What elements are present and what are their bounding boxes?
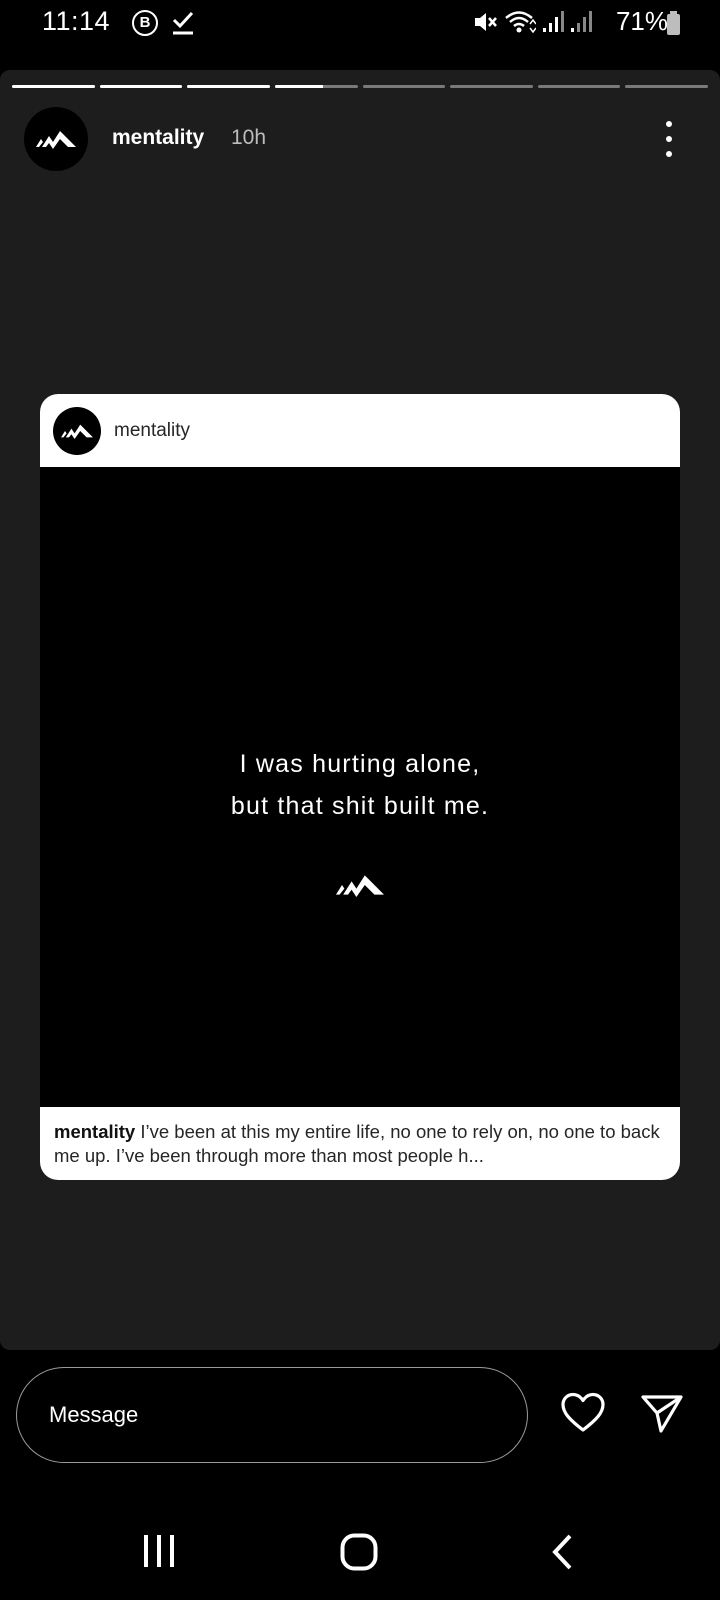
status-time: 11:14 xyxy=(42,6,111,36)
post-avatar xyxy=(53,407,101,455)
mentality-logo-icon xyxy=(36,131,76,149)
wifi-icon xyxy=(505,10,536,33)
b-notification-icon: B xyxy=(132,10,158,36)
story-progress-segment xyxy=(537,85,621,88)
shared-post-card[interactable]: mentality I was hurting alone, but that … xyxy=(40,394,680,1180)
reply-bar xyxy=(0,1350,720,1470)
more-vertical-icon xyxy=(666,121,672,127)
story-timestamp: 10h xyxy=(231,126,267,149)
post-header: mentality xyxy=(40,394,680,467)
story-progress-bar xyxy=(12,85,708,88)
more-vertical-icon-dot xyxy=(666,151,672,157)
signal-icon-2 xyxy=(570,10,592,32)
home-icon[interactable] xyxy=(340,1533,378,1571)
signal-icon-1 xyxy=(542,10,564,32)
avatar[interactable] xyxy=(24,107,88,171)
story-progress-segment xyxy=(362,85,446,88)
story-progress-segment xyxy=(274,85,358,88)
story-header: mentality 10h xyxy=(24,107,696,171)
caption-text: I’ve been at this my entire life, no one… xyxy=(54,1121,660,1166)
download-done-icon xyxy=(172,11,194,35)
post-username: mentality xyxy=(114,420,191,441)
mute-icon xyxy=(474,12,497,31)
story-progress-fill xyxy=(12,85,95,88)
battery-icon xyxy=(667,11,680,35)
system-nav-bar xyxy=(0,1500,720,1600)
post-caption: mentality I’ve been at this my entire li… xyxy=(40,1107,680,1180)
send-icon[interactable] xyxy=(640,1392,684,1434)
recent-apps-icon[interactable] xyxy=(142,1535,176,1567)
heart-icon[interactable] xyxy=(560,1392,606,1434)
mentality-logo-icon xyxy=(336,875,384,897)
mentality-logo-icon xyxy=(61,424,93,439)
story-progress-segment xyxy=(12,85,95,88)
story-progress-segment xyxy=(625,85,708,88)
story-progress-fill xyxy=(187,85,270,88)
story-viewer[interactable]: mentality 10h mentality I was hurting al… xyxy=(0,70,720,1350)
story-progress-segment xyxy=(450,85,533,88)
story-progress-segment xyxy=(187,85,270,88)
quote-line-1: I was hurting alone, xyxy=(239,750,481,778)
post-image: I was hurting alone, but that shit built… xyxy=(40,467,680,1107)
story-username[interactable]: mentality xyxy=(112,126,204,150)
status-bar: 11:14 B 71% xyxy=(0,0,720,48)
story-progress-fill xyxy=(274,85,323,88)
more-options-button[interactable] xyxy=(664,117,674,161)
caption-username: mentality xyxy=(54,1121,136,1142)
message-input[interactable] xyxy=(16,1367,528,1463)
battery-percent: 71% xyxy=(615,6,668,36)
quote-line-2: but that shit built me. xyxy=(230,792,490,820)
back-icon[interactable] xyxy=(550,1533,574,1571)
story-progress-segment xyxy=(99,85,183,88)
more-vertical-icon-dot xyxy=(666,136,672,142)
post-quote: I was hurting alone, but that shit built… xyxy=(40,743,680,827)
story-progress-fill xyxy=(99,85,183,88)
